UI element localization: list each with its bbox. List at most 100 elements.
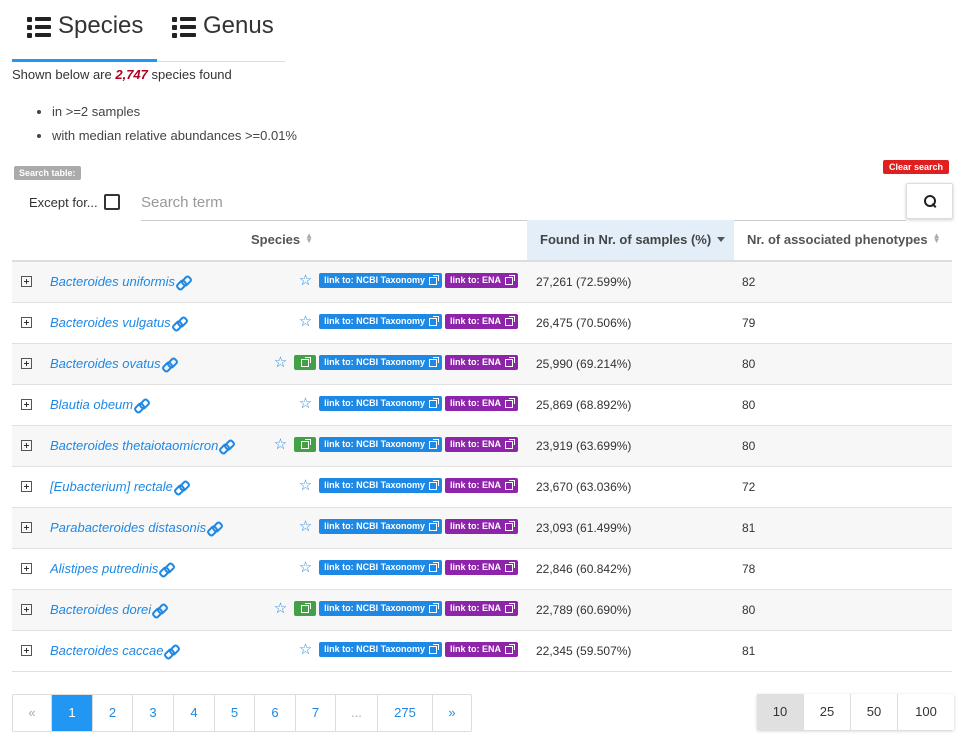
- page-button[interactable]: 3: [133, 695, 174, 731]
- column-header-found[interactable]: Found in Nr. of samples (%): [527, 220, 734, 260]
- table-row: Alistipes putredinis ☆ link to: NCBI Tax…: [12, 549, 952, 590]
- star-icon[interactable]: ☆: [299, 273, 312, 288]
- ncbi-taxonomy-link[interactable]: link to: NCBI Taxonomy: [319, 355, 442, 370]
- row-actions: ☆ link to: NCBI Taxonomy link to: ENA: [274, 437, 518, 452]
- species-name: Bacteroides vulgatus: [50, 315, 171, 330]
- row-actions: ☆ link to: NCBI Taxonomy link to: ENA: [299, 314, 518, 329]
- star-icon[interactable]: ☆: [299, 478, 312, 493]
- page-button[interactable]: 6: [255, 695, 296, 731]
- ena-link[interactable]: link to: ENA: [445, 601, 518, 616]
- star-icon[interactable]: ☆: [299, 560, 312, 575]
- link-icon: [153, 604, 164, 615]
- associated-phenotypes: 79: [742, 316, 756, 330]
- page-size-option[interactable]: 25: [804, 694, 851, 730]
- external-link-button[interactable]: [294, 601, 317, 616]
- ncbi-link-label: link to: NCBI Taxonomy: [324, 521, 425, 531]
- expand-row-icon[interactable]: [21, 645, 32, 656]
- star-icon[interactable]: ☆: [299, 314, 312, 329]
- species-link[interactable]: Bacteroides vulgatus: [50, 315, 184, 330]
- page-size-option[interactable]: 10: [757, 694, 804, 730]
- ena-link[interactable]: link to: ENA: [445, 273, 518, 288]
- expand-row-icon[interactable]: [21, 563, 32, 574]
- star-icon[interactable]: ☆: [299, 396, 312, 411]
- ncbi-taxonomy-link[interactable]: link to: NCBI Taxonomy: [319, 314, 442, 329]
- star-icon[interactable]: ☆: [299, 642, 312, 657]
- search-button[interactable]: [906, 183, 953, 219]
- star-icon[interactable]: ☆: [274, 355, 287, 370]
- species-link[interactable]: Bacteroides thetaiotaomicron: [50, 438, 231, 453]
- page-prev-button[interactable]: «: [13, 695, 52, 731]
- associated-phenotypes: 80: [742, 439, 756, 453]
- table-body: Bacteroides uniformis ☆ link to: NCBI Ta…: [12, 262, 952, 672]
- ena-link[interactable]: link to: ENA: [445, 642, 518, 657]
- ncbi-taxonomy-link[interactable]: link to: NCBI Taxonomy: [319, 519, 442, 534]
- except-for-checkbox[interactable]: [103, 194, 120, 210]
- clear-search-button[interactable]: Clear search: [883, 160, 950, 174]
- tab-genus[interactable]: Genus: [172, 12, 274, 62]
- page-size-option[interactable]: 50: [851, 694, 898, 730]
- tab-species[interactable]: Species: [27, 12, 143, 62]
- ena-link[interactable]: link to: ENA: [445, 396, 518, 411]
- ncbi-link-label: link to: NCBI Taxonomy: [324, 398, 425, 408]
- pagination: «1 2 3 4 5 6 7... 275»: [12, 694, 472, 732]
- expand-row-icon[interactable]: [21, 276, 32, 287]
- table-row: Parabacteroides distasonis ☆ link to: NC…: [12, 508, 952, 549]
- ena-link[interactable]: link to: ENA: [445, 314, 518, 329]
- external-link-button[interactable]: [294, 437, 317, 452]
- species-link[interactable]: Bacteroides ovatus: [50, 356, 174, 371]
- search-input[interactable]: [141, 184, 906, 221]
- ncbi-taxonomy-link[interactable]: link to: NCBI Taxonomy: [319, 560, 442, 575]
- species-link[interactable]: [Eubacterium] rectale: [50, 479, 186, 494]
- ncbi-taxonomy-link[interactable]: link to: NCBI Taxonomy: [319, 396, 442, 411]
- ena-link[interactable]: link to: ENA: [445, 478, 518, 493]
- ncbi-taxonomy-link[interactable]: link to: NCBI Taxonomy: [319, 437, 442, 452]
- found-in-samples: 22,345 (59.507%): [536, 644, 632, 658]
- expand-row-icon[interactable]: [21, 399, 32, 410]
- expand-row-icon[interactable]: [21, 604, 32, 615]
- ena-link[interactable]: link to: ENA: [445, 519, 518, 534]
- page-button[interactable]: ...: [336, 695, 378, 731]
- except-for-toggle[interactable]: Except for...: [29, 194, 120, 210]
- page-size-option[interactable]: 100: [898, 694, 954, 730]
- page-button[interactable]: 275: [378, 695, 433, 731]
- expand-row-icon[interactable]: [21, 522, 32, 533]
- species-name: Alistipes putredinis: [50, 561, 159, 576]
- star-icon[interactable]: ☆: [274, 437, 287, 452]
- ncbi-taxonomy-link[interactable]: link to: NCBI Taxonomy: [319, 642, 442, 657]
- species-link[interactable]: Blautia obeum: [50, 397, 146, 412]
- species-link[interactable]: Bacteroides uniformis: [50, 274, 188, 289]
- page-button[interactable]: 4: [174, 695, 215, 731]
- ncbi-link-label: link to: NCBI Taxonomy: [324, 603, 425, 613]
- expand-row-icon[interactable]: [21, 358, 32, 369]
- found-in-samples: 27,261 (72.599%): [536, 275, 632, 289]
- expand-row-icon[interactable]: [21, 317, 32, 328]
- ncbi-taxonomy-link[interactable]: link to: NCBI Taxonomy: [319, 601, 442, 616]
- species-link[interactable]: Parabacteroides distasonis: [50, 520, 219, 535]
- ncbi-taxonomy-link[interactable]: link to: NCBI Taxonomy: [319, 273, 442, 288]
- external-link-icon: [429, 602, 439, 613]
- page-button[interactable]: 7: [296, 695, 336, 731]
- species-link[interactable]: Alistipes putredinis: [50, 561, 171, 576]
- ena-link[interactable]: link to: ENA: [445, 560, 518, 575]
- ena-link-label: link to: ENA: [450, 480, 501, 490]
- column-header-species[interactable]: Species ▲ ▼: [251, 220, 313, 260]
- ena-link[interactable]: link to: ENA: [445, 355, 518, 370]
- page-button[interactable]: 5: [215, 695, 255, 731]
- species-name: Bacteroides ovatus: [50, 356, 161, 371]
- page-size-selector: 10 25 50 100: [757, 694, 954, 730]
- expand-row-icon[interactable]: [21, 440, 32, 451]
- external-link-button[interactable]: [294, 355, 317, 370]
- species-link[interactable]: Bacteroides caccae: [50, 643, 176, 658]
- summary-prefix: Shown below are: [12, 67, 112, 82]
- ncbi-taxonomy-link[interactable]: link to: NCBI Taxonomy: [319, 478, 442, 493]
- ena-link[interactable]: link to: ENA: [445, 437, 518, 452]
- column-header-phenotypes[interactable]: Nr. of associated phenotypes ▲ ▼: [747, 220, 941, 260]
- filter-criteria: in >=2 samples with median relative abun…: [34, 103, 297, 151]
- star-icon[interactable]: ☆: [274, 601, 287, 616]
- expand-row-icon[interactable]: [21, 481, 32, 492]
- page-button[interactable]: 2: [93, 695, 133, 731]
- star-icon[interactable]: ☆: [299, 519, 312, 534]
- page-button[interactable]: 1: [52, 695, 93, 731]
- page-next-button[interactable]: »: [433, 695, 471, 731]
- species-link[interactable]: Bacteroides dorei: [50, 602, 164, 617]
